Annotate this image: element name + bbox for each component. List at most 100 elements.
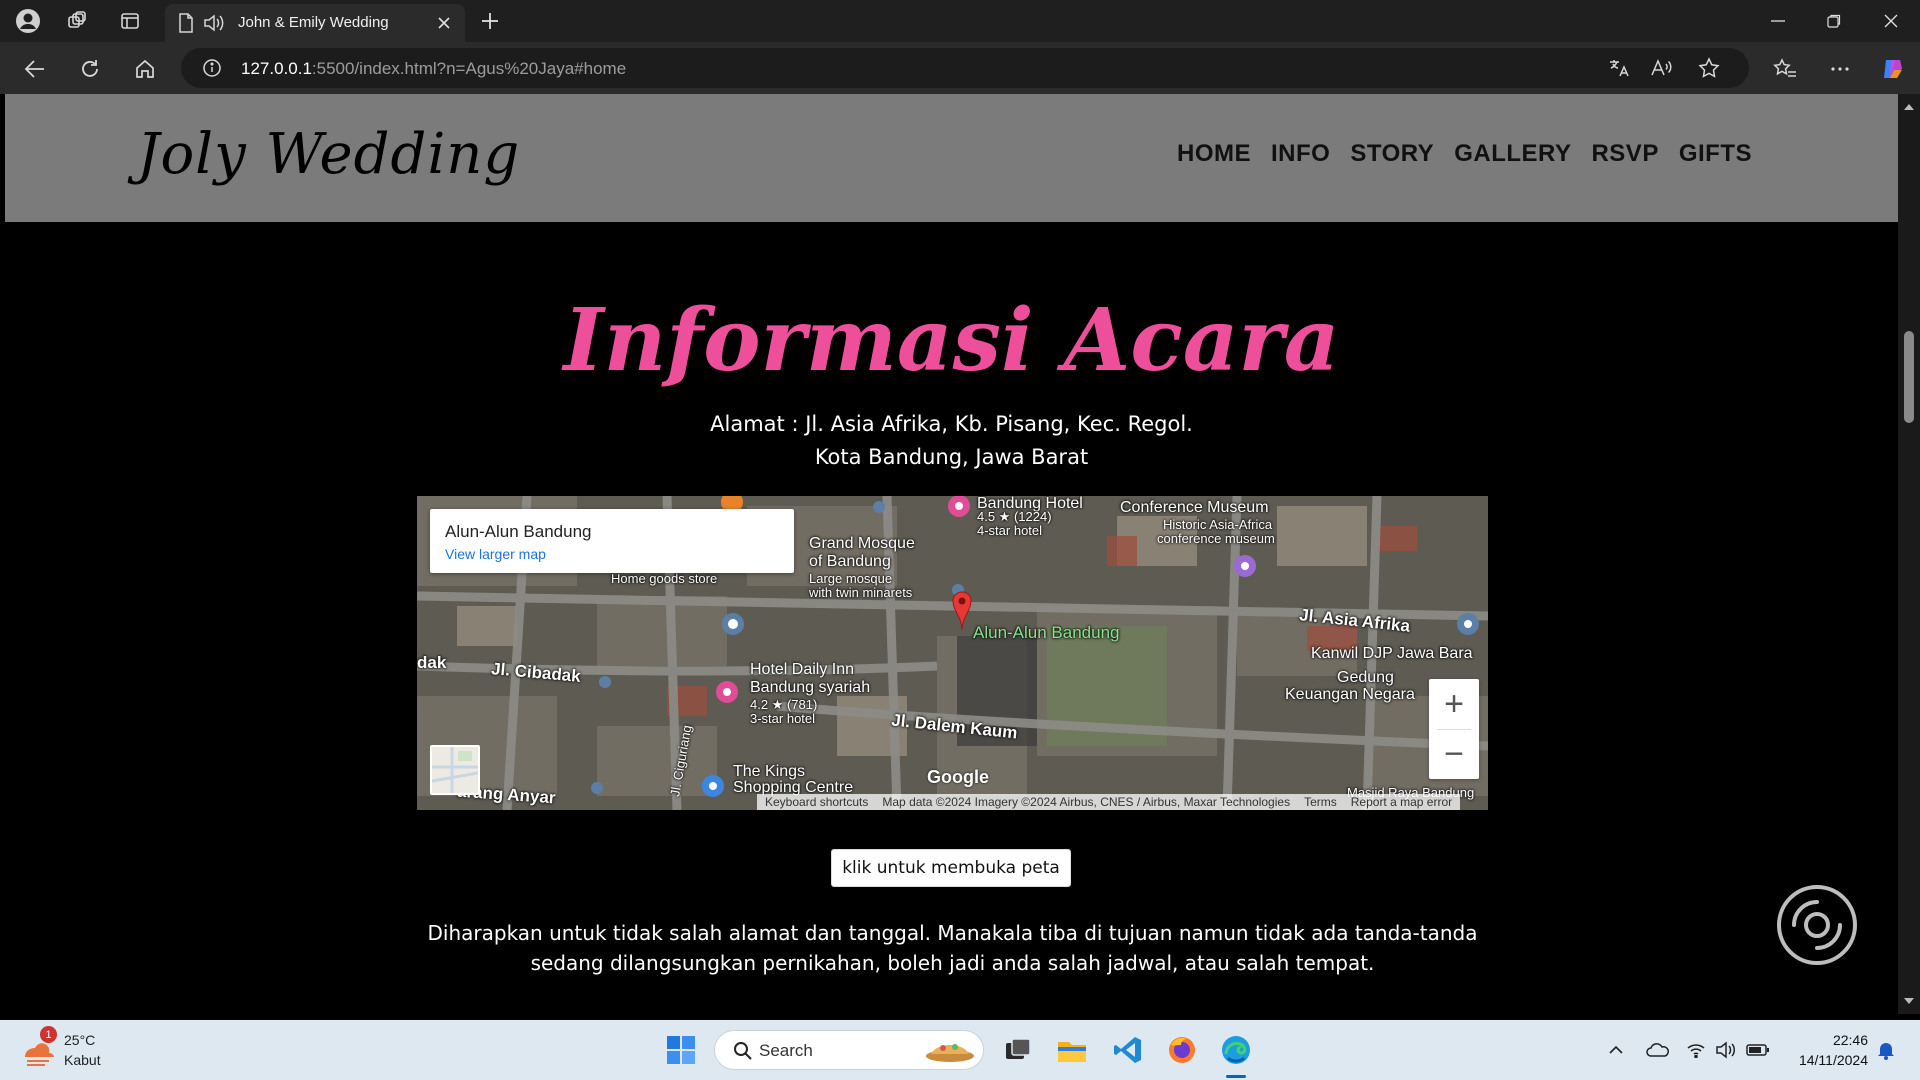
map-type-thumbnail[interactable] — [430, 745, 480, 795]
tab-title: John & Emily Wedding — [238, 14, 389, 31]
map-label[interactable]: Kanwil DJP Jawa Bara — [1311, 645, 1473, 663]
task-view-icon[interactable] — [1000, 1032, 1036, 1068]
clock-time: 22:46 — [1832, 1032, 1868, 1048]
search-label: Search — [759, 1041, 813, 1060]
map-label[interactable]: Gedung — [1337, 669, 1394, 687]
music-toggle-button[interactable] — [1776, 884, 1858, 966]
street-label: dak — [417, 653, 447, 672]
minimize-icon[interactable] — [1758, 6, 1798, 36]
map-label: 4.2 ★ (781) — [750, 697, 818, 712]
active-app-indicator — [1226, 1075, 1246, 1078]
restore-icon[interactable] — [1814, 6, 1854, 36]
keyboard-shortcuts-link[interactable]: Keyboard shortcuts — [765, 795, 868, 809]
view-larger-map-link[interactable]: View larger map — [445, 546, 546, 562]
file-explorer-icon[interactable] — [1054, 1032, 1090, 1068]
search-highlight-icon — [923, 1033, 977, 1069]
active-tab[interactable]: John & Emily Wedding — [165, 4, 465, 42]
url-text[interactable]: 127.0.0.1:5500/index.html?n=Agus%20Jaya#… — [241, 59, 626, 79]
browser-toolbar: 127.0.0.1:5500/index.html?n=Agus%20Jaya#… — [0, 42, 1920, 94]
address-line-2: Kota Bandung, Jawa Barat — [814, 445, 1089, 469]
menu-story[interactable]: STORY — [1350, 140, 1434, 168]
more-options-icon[interactable] — [1825, 54, 1855, 84]
close-window-icon[interactable] — [1871, 6, 1911, 36]
page-scrollbar[interactable] — [1898, 94, 1920, 1014]
translate-icon[interactable] — [1606, 55, 1632, 81]
close-tab-icon[interactable] — [431, 10, 457, 36]
browser-tab-bar: John & Emily Wedding — [0, 0, 1920, 42]
music-disc-icon — [1777, 885, 1857, 965]
site-menu: HOME INFO STORY GALLERY RSVP GIFTS — [1177, 140, 1752, 168]
menu-gallery[interactable]: GALLERY — [1454, 140, 1571, 168]
weather-desc: Kabut — [64, 1052, 101, 1068]
search-icon — [725, 1033, 761, 1069]
volume-icon[interactable] — [1708, 1032, 1744, 1068]
menu-info[interactable]: INFO — [1271, 140, 1330, 168]
back-icon[interactable] — [20, 54, 50, 84]
address-bar[interactable]: 127.0.0.1:5500/index.html?n=Agus%20Jaya#… — [181, 48, 1749, 88]
map-label[interactable]: Hotel Daily Inn — [750, 661, 854, 679]
new-tab-icon[interactable] — [477, 8, 503, 34]
map-label: with twin minarets — [809, 585, 913, 600]
weather-badge: 1 — [40, 1026, 57, 1043]
map-place-label[interactable]: Alun-Alun Bandung — [973, 624, 1120, 642]
map-label[interactable]: of Bandung — [809, 553, 891, 571]
location-description: Diharapkan untuk tidak salah alamat dan … — [427, 921, 1478, 975]
map-attribution: Keyboard shortcuts Map data ©2024 Imager… — [757, 794, 1461, 810]
vscode-icon[interactable] — [1110, 1032, 1146, 1068]
map-type-icon — [431, 747, 479, 793]
weather-icon[interactable]: 1 — [20, 1026, 57, 1068]
report-error-link[interactable]: Report a map error — [1351, 795, 1452, 809]
favorites-icon[interactable] — [1770, 54, 1800, 84]
section-title: Informasi Acara — [563, 290, 1340, 391]
map-label[interactable]: Bandung syariah — [750, 679, 870, 697]
copilot-icon[interactable] — [1878, 54, 1908, 84]
windows-taskbar: 1 25°C Kabut Search 22:46 14/11/2024 — [0, 1020, 1920, 1080]
menu-home[interactable]: HOME — [1177, 140, 1251, 168]
battery-icon[interactable] — [1740, 1032, 1776, 1068]
map-label: conference museum — [1157, 531, 1275, 546]
scrollbar-thumb[interactable] — [1904, 331, 1914, 423]
zoom-out-button[interactable]: − — [1429, 729, 1479, 779]
site-info-icon[interactable] — [199, 55, 225, 81]
network-cloud-icon[interactable] — [1640, 1032, 1676, 1068]
workspaces-icon[interactable] — [64, 8, 90, 34]
terms-link[interactable]: Terms — [1304, 795, 1337, 809]
map-label: Home goods store — [611, 571, 718, 586]
map-label: Historic Asia-Africa — [1163, 517, 1273, 532]
weather-temp: 25°C — [64, 1032, 96, 1048]
read-aloud-icon[interactable] — [1648, 55, 1674, 81]
scroll-up-icon[interactable] — [1898, 100, 1920, 114]
taskbar-search[interactable]: Search — [714, 1030, 984, 1070]
address-line-1: Alamat : Jl. Asia Afrika, Kb. Pisang, Ke… — [710, 412, 1193, 436]
map-label[interactable]: Grand Mosque — [809, 535, 915, 553]
show-hidden-icons-icon[interactable] — [1598, 1032, 1634, 1068]
home-icon[interactable] — [130, 54, 160, 84]
map-label[interactable]: Conference Museum — [1120, 499, 1269, 517]
scroll-down-icon[interactable] — [1898, 994, 1920, 1008]
map-label: 4-star hotel — [977, 523, 1043, 538]
map-label[interactable]: Keuangan Negara — [1285, 686, 1415, 704]
map-label: Large mosque — [809, 571, 893, 586]
edge-icon[interactable] — [1218, 1032, 1254, 1068]
speaker-icon[interactable] — [201, 10, 227, 36]
zoom-in-button[interactable]: + — [1429, 679, 1479, 729]
profile-icon[interactable] — [15, 8, 41, 34]
site-brand[interactable]: Joly Wedding — [137, 122, 520, 187]
windows-start-icon[interactable] — [663, 1032, 699, 1068]
map-data-text: Map data ©2024 Imagery ©2024 Airbus, CNE… — [882, 795, 1291, 809]
menu-rsvp[interactable]: RSVP — [1591, 140, 1658, 168]
system-clock[interactable]: 22:46 14/11/2024 — [1799, 1030, 1868, 1070]
page-viewport: Joly Wedding HOME INFO STORY GALLERY RSV… — [5, 94, 1898, 1014]
menu-gifts[interactable]: GIFTS — [1679, 140, 1752, 168]
embedded-map[interactable]: Bandung Hotel 4.5 ★ (1224) 4-star hotel … — [417, 496, 1488, 810]
map-zoom-control: + − — [1429, 679, 1479, 779]
map-place-name: Alun-Alun Bandung — [445, 522, 592, 541]
open-map-button[interactable]: klik untuk membuka peta — [831, 849, 1071, 887]
firefox-icon[interactable] — [1164, 1032, 1200, 1068]
favorite-star-icon[interactable] — [1696, 55, 1722, 81]
refresh-icon[interactable] — [75, 54, 105, 84]
map-info-card: Alun-Alun Bandung View larger map — [430, 509, 794, 573]
weather-widget[interactable]: 25°C Kabut — [64, 1030, 101, 1070]
notification-bell-icon[interactable] — [1868, 1032, 1904, 1068]
vertical-tabs-icon[interactable] — [117, 8, 143, 34]
